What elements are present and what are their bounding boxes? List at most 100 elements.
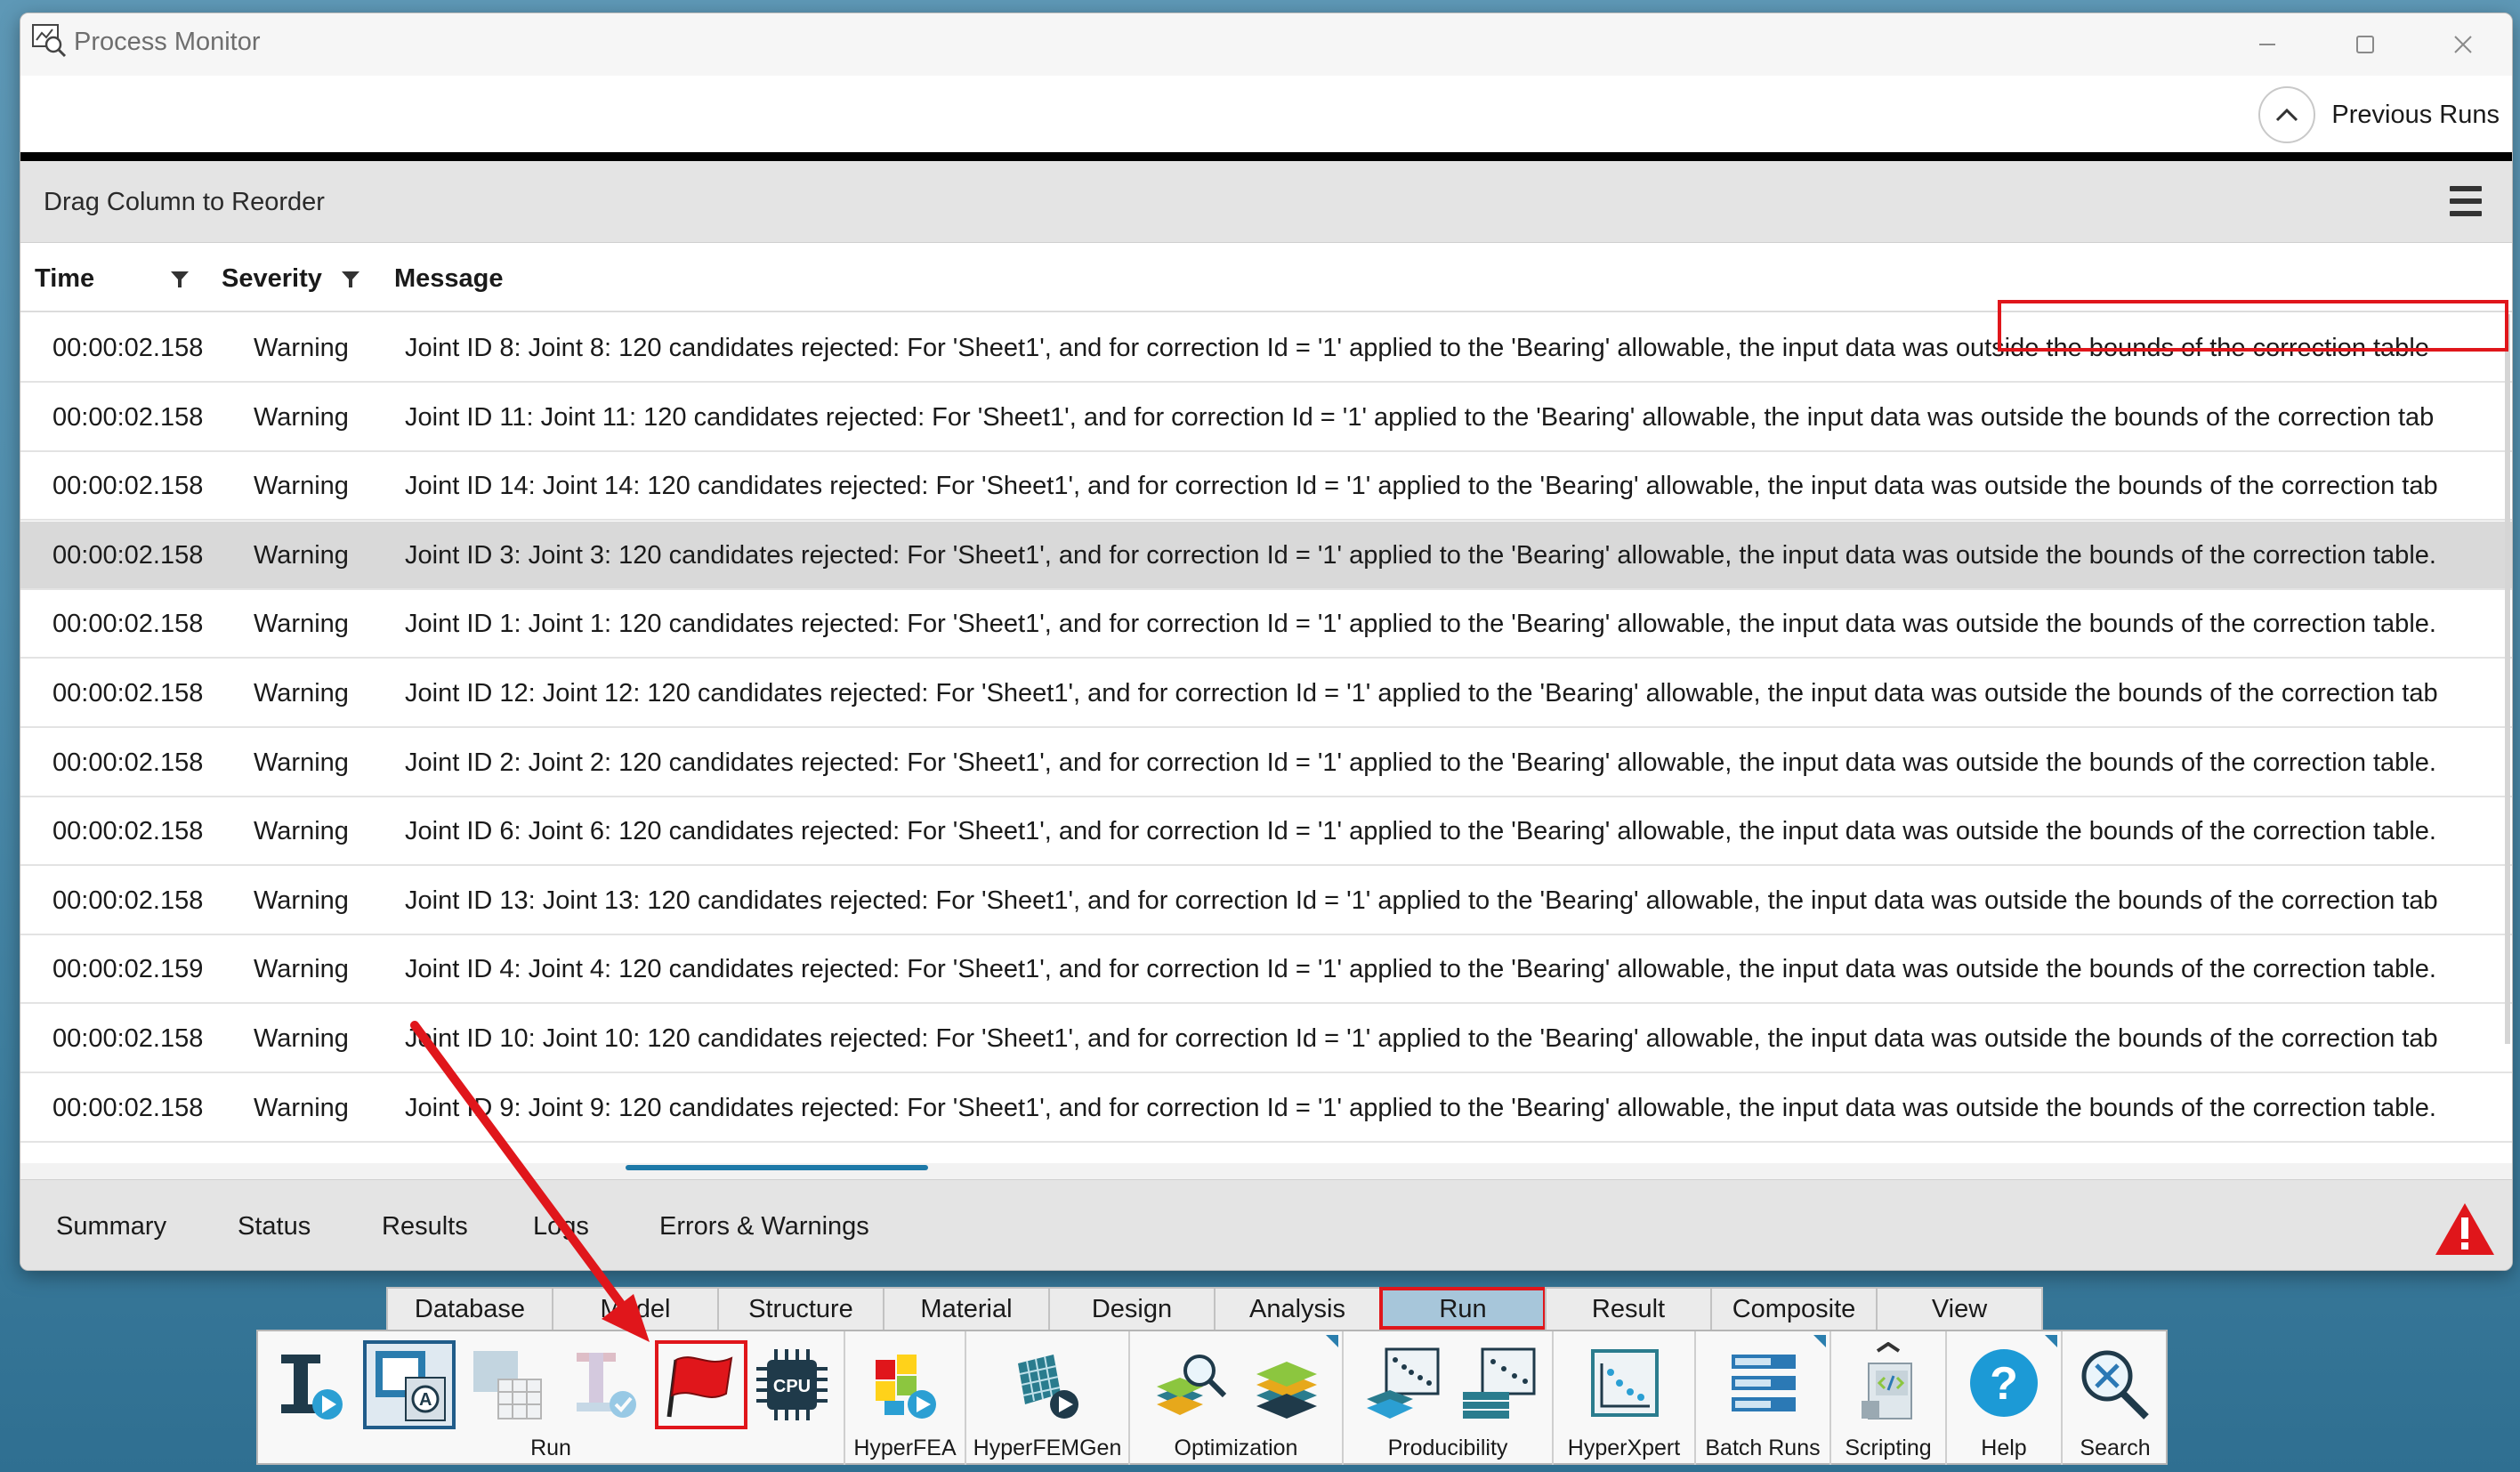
chevron-up-icon	[2276, 108, 2298, 122]
table-row[interactable]: 00:00:02.158 Warning Joint ID 10: Joint 10…	[20, 1005, 2512, 1073]
previous-runs-button[interactable]	[2258, 86, 2316, 143]
warning-icon[interactable]	[2434, 1201, 2496, 1257]
ribbon-tab-structure[interactable]: Structure	[717, 1287, 884, 1330]
tab-status[interactable]: Status	[238, 1212, 311, 1241]
severity-cell: Warning	[254, 679, 349, 708]
message-cell: Joint ID 10: Joint 10: 120 candidates re…	[405, 1024, 2438, 1053]
time-cell: 00:00:02.158	[52, 817, 204, 846]
hyperfea-group: HyperFEA	[845, 1331, 966, 1465]
producibility-scatter-button[interactable]	[1356, 1340, 1449, 1429]
hyperfea-button[interactable]	[860, 1340, 952, 1429]
ribbon-tab-material[interactable]: Material	[883, 1287, 1050, 1330]
table-row[interactable]: 00:00:02.158 Warning Joint ID 13: Joint 13…	[20, 867, 2512, 935]
table-row[interactable]: 00:00:02.158 Warning Joint ID 3: Joint 3: …	[20, 521, 2512, 590]
hyperfemgen-button[interactable]	[1002, 1340, 1094, 1429]
help-button[interactable]: ?	[1958, 1340, 2050, 1429]
previous-runs-label: Previous Runs	[2331, 100, 2500, 129]
group-panel: Drag Column to Reorder	[20, 161, 2512, 243]
table-row[interactable]: 00:00:02.158 Warning Joint ID 11: Joint 11…	[20, 384, 2512, 452]
grid-footer	[20, 1163, 2512, 1179]
close-button[interactable]	[2414, 13, 2512, 76]
ribbon-tab-design[interactable]: Design	[1048, 1287, 1216, 1330]
batch-list-icon	[1732, 1355, 1796, 1411]
filter-icon[interactable]	[341, 270, 360, 289]
time-cell: 00:00:02.159	[52, 955, 204, 984]
ribbon-tab-composite[interactable]: Composite	[1710, 1287, 1878, 1330]
flag-button[interactable]	[655, 1340, 747, 1429]
group-panel-hint: Drag Column to Reorder	[44, 188, 325, 216]
scripting-button[interactable]	[1842, 1340, 1934, 1429]
ribbon-tab-view[interactable]: View	[1876, 1287, 2043, 1330]
optimization-search-button[interactable]	[1144, 1340, 1237, 1429]
mesh-icon	[1018, 1355, 1078, 1419]
column-header-message-label: Message	[394, 264, 504, 293]
severity-cell: Warning	[254, 1024, 349, 1053]
batch-runs-button[interactable]	[1717, 1340, 1810, 1429]
table-row[interactable]: 00:00:02.158 Warning Joint ID 12: Joint 12…	[20, 659, 2512, 728]
run-analysis-button[interactable]: A	[363, 1340, 456, 1429]
ribbon-tab-run[interactable]: Run	[1379, 1287, 1547, 1330]
tab-errors-warnings[interactable]: Errors & Warnings	[659, 1212, 869, 1241]
severity-cell: Warning	[254, 402, 349, 432]
svg-text:A: A	[419, 1390, 432, 1410]
message-cell: Joint ID 6: Joint 6: 120 candidates reje…	[405, 817, 2436, 846]
tab-results[interactable]: Results	[382, 1212, 468, 1241]
table-row[interactable]: 00:00:02.158 Warning Joint ID 1: Joint 1: …	[20, 590, 2512, 659]
layers-icon	[1256, 1362, 1317, 1419]
cpu-button[interactable]: CPU	[746, 1340, 838, 1429]
column-header-time[interactable]: Time	[35, 264, 189, 294]
message-cell: Joint ID 2: Joint 2: 120 candidates reje…	[405, 748, 2436, 777]
table-row[interactable]: 00:00:02.158 Warning Joint ID 14: Joint 14…	[20, 452, 2512, 522]
table-row[interactable]: 00:00:02.158 Warning Joint ID 9: Joint 9: …	[20, 1074, 2512, 1143]
scripting-label: Scripting	[1845, 1436, 1932, 1460]
run-solver-icon	[281, 1355, 343, 1419]
table-row[interactable]: 00:00:02.158 Warning Joint ID 2: Joint 2: …	[20, 729, 2512, 797]
maximize-button[interactable]	[2316, 13, 2414, 76]
tab-summary[interactable]: Summary	[56, 1212, 166, 1241]
table-icon	[473, 1351, 542, 1419]
validate-button[interactable]	[559, 1340, 651, 1429]
help-icon: ?	[1970, 1349, 2038, 1417]
table-row[interactable]: 00:00:02.159 Warning Joint ID 4: Joint 4: …	[20, 935, 2512, 1005]
ribbon-tab-result[interactable]: Result	[1545, 1287, 1712, 1330]
ribbon-tab-database[interactable]: Database	[386, 1287, 553, 1330]
column-menu-button[interactable]	[2450, 186, 2482, 216]
run-group-label: Run	[530, 1436, 571, 1460]
search-button[interactable]	[2068, 1340, 2161, 1429]
ribbon-tab-analysis[interactable]: Analysis	[1214, 1287, 1381, 1330]
message-cell: Joint ID 4: Joint 4: 120 candidates reje…	[405, 955, 2436, 984]
hyperfea-icon	[876, 1355, 936, 1419]
column-header-severity[interactable]: Severity	[222, 264, 359, 294]
hyperfemgen-group: HyperFEMGen	[966, 1331, 1130, 1465]
time-cell: 00:00:02.158	[52, 679, 204, 708]
top-bar: Previous Runs	[20, 76, 2512, 152]
check-icon	[577, 1353, 636, 1418]
optimization-expand-icon[interactable]	[1326, 1335, 1338, 1347]
vertical-scrollbar[interactable]	[2505, 314, 2510, 1044]
search-icon	[2081, 1350, 2149, 1419]
hyperxpert-button[interactable]	[1579, 1340, 1671, 1429]
horizontal-scrollbar[interactable]	[626, 1165, 928, 1170]
severity-cell: Warning	[254, 817, 349, 846]
ribbon-tab-model[interactable]: Model	[552, 1287, 719, 1330]
hyperxpert-group: HyperXpert	[1554, 1331, 1696, 1465]
run-button[interactable]	[265, 1340, 358, 1429]
minimize-button[interactable]	[2218, 13, 2316, 76]
help-group: ? Help	[1947, 1331, 2063, 1465]
hyperxpert-label: HyperXpert	[1567, 1436, 1681, 1460]
time-cell: 00:00:02.158	[52, 1093, 204, 1122]
table-row[interactable]: 00:00:02.158 Warning Joint ID 6: Joint 6: …	[20, 797, 2512, 867]
optimization-layers-button[interactable]	[1240, 1340, 1333, 1429]
filter-icon[interactable]	[170, 270, 190, 289]
previous-runs-toggle[interactable]: Previous Runs	[2258, 86, 2500, 143]
column-header-message[interactable]: Message	[394, 264, 504, 294]
batch-runs-expand-icon[interactable]	[1813, 1335, 1826, 1347]
scripting-icon	[1862, 1342, 1912, 1419]
severity-cell: Warning	[254, 540, 349, 570]
scatter-plot-icon	[1367, 1347, 1440, 1419]
tab-logs[interactable]: Logs	[533, 1212, 589, 1241]
batch-table-button[interactable]	[461, 1340, 553, 1429]
producibility-table-button[interactable]	[1452, 1340, 1545, 1429]
time-cell: 00:00:02.158	[52, 540, 204, 570]
help-expand-icon[interactable]	[2045, 1335, 2057, 1347]
